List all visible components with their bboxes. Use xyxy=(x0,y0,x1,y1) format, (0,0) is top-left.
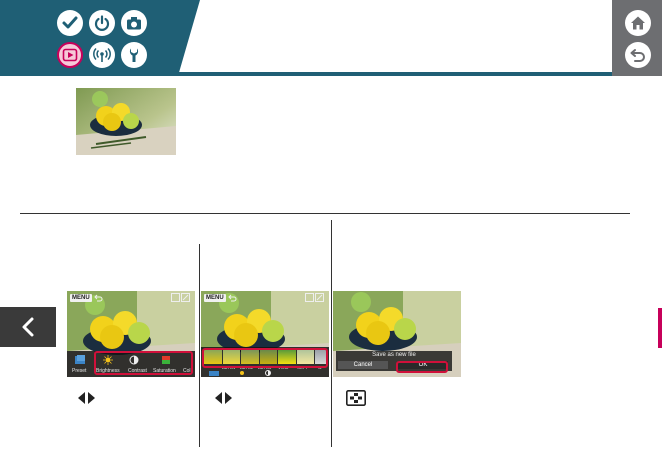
adjust-screen: MENU Preset Brightness Contrast Saturati… xyxy=(67,291,195,377)
header-bar xyxy=(0,0,662,76)
func-set-icon xyxy=(346,390,366,406)
menu-button[interactable]: MENU xyxy=(204,293,226,302)
menu-button[interactable]: MENU xyxy=(70,293,92,302)
checkmark-icon[interactable] xyxy=(57,10,83,36)
chevron-left-icon xyxy=(22,317,34,337)
home-icon[interactable] xyxy=(625,10,651,36)
save-screen: Save as new file Cancel OK xyxy=(333,291,461,377)
preset-icon xyxy=(209,371,219,376)
preset-icon xyxy=(75,355,85,364)
image-info-icon xyxy=(171,293,190,302)
wireless-icon[interactable] xyxy=(89,42,115,68)
power-icon[interactable] xyxy=(89,10,115,36)
ok-highlight xyxy=(396,361,448,373)
contrast-icon xyxy=(265,370,271,376)
column-divider-1 xyxy=(199,244,200,447)
camera-icon[interactable] xyxy=(121,10,147,36)
section-divider xyxy=(20,213,630,214)
side-navigation-panel xyxy=(612,0,662,76)
preset-label: Preset xyxy=(72,368,87,374)
right-arrow-icon xyxy=(225,392,232,404)
return-icon[interactable] xyxy=(625,42,651,68)
left-right-keys-hint xyxy=(77,391,96,405)
column-divider-2 xyxy=(331,220,332,447)
left-right-keys-hint xyxy=(214,391,233,405)
wrench-icon[interactable] xyxy=(121,42,147,68)
set-button-hint xyxy=(346,390,366,406)
presets-screen: MENU AUTO1 AUTO2 AUTO3 VIVID SOFT W xyxy=(201,291,329,377)
previous-page-tab[interactable] xyxy=(0,307,56,347)
page-edge-marker xyxy=(658,308,662,348)
header-rule xyxy=(0,72,662,76)
manual-page: MENU Preset Brightness Contrast Saturati… xyxy=(0,0,662,467)
image-info-icon xyxy=(305,293,324,302)
return-icon xyxy=(227,294,237,301)
presets-highlight xyxy=(202,348,328,368)
sample-photo-thumbnail xyxy=(76,88,176,155)
left-arrow-icon xyxy=(78,392,85,404)
right-arrow-icon xyxy=(88,392,95,404)
dialog-title: Save as new file xyxy=(372,352,416,358)
cancel-button[interactable]: Cancel xyxy=(338,361,388,369)
return-icon xyxy=(93,294,103,301)
adjust-params-highlight xyxy=(94,351,193,375)
left-arrow-icon xyxy=(215,392,222,404)
brightness-icon xyxy=(240,371,244,375)
playback-icon[interactable] xyxy=(57,42,83,68)
